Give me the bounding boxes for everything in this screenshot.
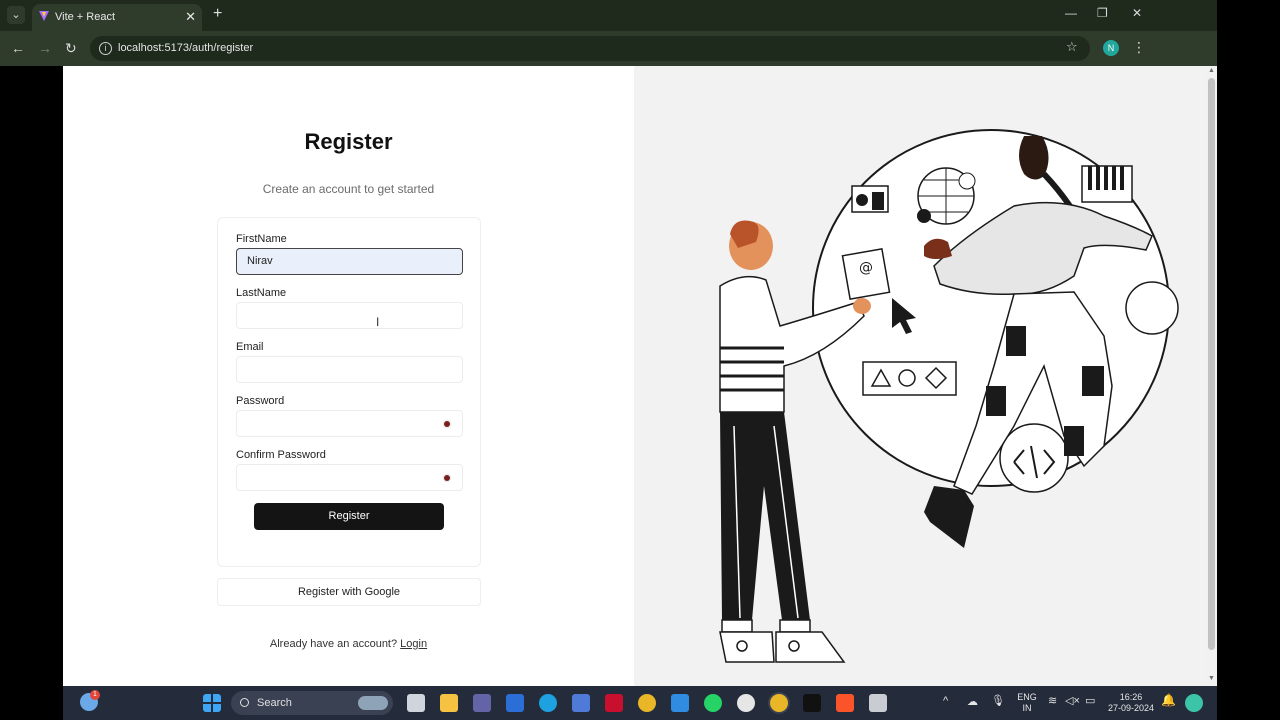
page-scrollbar[interactable]: ▲ ▼ xyxy=(1206,66,1217,686)
chrome-icon[interactable] xyxy=(638,694,656,712)
app-icon[interactable] xyxy=(572,694,590,712)
password-manager-icon[interactable] xyxy=(444,475,450,481)
register-form-card: FirstName Nirav LastName Email Password … xyxy=(217,217,481,567)
battery-icon[interactable]: ▭ xyxy=(1085,696,1095,707)
vite-favicon-icon xyxy=(39,11,49,21)
page-subtitle: Create an account to get started xyxy=(262,182,435,196)
confirm-password-input[interactable] xyxy=(236,464,463,491)
tray-overflow-icon[interactable]: ^ xyxy=(943,696,948,707)
search-icon xyxy=(240,698,249,707)
scroll-up-icon[interactable]: ▲ xyxy=(1208,67,1215,74)
last-name-input[interactable] xyxy=(236,302,463,329)
browser-menu-icon[interactable]: ⋮ xyxy=(1132,39,1146,56)
vscode-icon[interactable] xyxy=(671,694,689,712)
address-bar[interactable]: i localhost:5173/auth/register xyxy=(90,36,1090,61)
password-label: Password xyxy=(236,395,285,407)
terminal-icon[interactable] xyxy=(803,694,821,712)
clock-time: 16:26 xyxy=(1119,692,1143,702)
first-name-input[interactable]: Nirav xyxy=(236,248,463,275)
copilot-icon[interactable] xyxy=(1185,694,1203,712)
register-illustration: @ xyxy=(719,129,1179,663)
register-button[interactable]: Register xyxy=(254,503,444,530)
chrome-active-icon[interactable] xyxy=(770,694,788,712)
weather-badge: 1 xyxy=(90,690,100,700)
email-label: Email xyxy=(236,341,264,353)
language-bottom: IN xyxy=(1022,703,1032,713)
minimize-icon[interactable]: — xyxy=(1065,6,1077,20)
onedrive-icon[interactable]: ☁ xyxy=(967,697,978,708)
login-prompt-text: Already have an account? xyxy=(269,638,398,650)
clock-date: 27-09-2024 xyxy=(1107,703,1155,713)
volume-icon[interactable]: ◁× xyxy=(1065,696,1080,707)
password-manager-icon[interactable] xyxy=(444,421,450,427)
notification-bell-icon[interactable]: 🔔 xyxy=(1161,694,1176,706)
bookmark-star-icon[interactable]: ☆ xyxy=(1066,39,1078,55)
register-page: Register Create an account to get starte… xyxy=(63,66,1217,686)
tab-title: Vite + React xyxy=(55,11,116,23)
browser-tab[interactable]: Vite + React ✕ xyxy=(32,4,202,31)
restore-icon[interactable]: ❐ xyxy=(1097,6,1108,20)
whatsapp-icon[interactable] xyxy=(704,694,722,712)
first-name-label: FirstName xyxy=(236,233,287,245)
store-icon[interactable] xyxy=(506,694,524,712)
svg-text:@: @ xyxy=(859,260,873,276)
wifi-icon[interactable]: ≋ xyxy=(1048,696,1057,707)
clock[interactable]: 16:26 27-09-2024 xyxy=(1104,692,1158,714)
language-indicator[interactable]: ENG IN xyxy=(1013,692,1041,714)
login-link[interactable]: Login xyxy=(400,638,427,650)
slack-icon[interactable] xyxy=(737,694,755,712)
edge-icon[interactable] xyxy=(539,694,557,712)
text-cursor-icon: I xyxy=(376,315,380,329)
form-panel: Register Create an account to get starte… xyxy=(63,66,634,686)
profile-avatar[interactable]: N xyxy=(1103,40,1119,56)
tab-close-icon[interactable]: ✕ xyxy=(185,9,196,25)
scrollbar-thumb[interactable] xyxy=(1208,78,1215,650)
reload-icon[interactable]: ↻ xyxy=(65,40,77,57)
scroll-down-icon[interactable]: ▼ xyxy=(1208,675,1215,682)
login-prompt: Already have an account? Login xyxy=(63,638,634,650)
page-title: Register xyxy=(304,129,393,154)
last-name-label: LastName xyxy=(236,287,287,299)
forward-icon[interactable]: → xyxy=(38,40,52,56)
new-tab-icon[interactable]: + xyxy=(213,5,222,23)
browser-tab-bar: ⌄ Vite + React ✕ + — ❐ ✕ xyxy=(0,0,1217,31)
browser-toolbar: ← → ↻ i localhost:5173/auth/register ☆ N… xyxy=(0,31,1217,66)
snipping-tool-icon[interactable] xyxy=(869,694,887,712)
brave-icon[interactable] xyxy=(836,694,854,712)
password-input[interactable] xyxy=(236,410,463,437)
microphone-icon[interactable]: 🎙 xyxy=(991,696,1005,707)
illustration-panel: @ xyxy=(634,66,1206,686)
search-highlight-icon[interactable] xyxy=(358,696,388,710)
language-top: ENG xyxy=(1017,692,1037,702)
screen: ⌄ Vite + React ✕ + — ❐ ✕ ← → ↻ i localho… xyxy=(0,0,1280,720)
confirm-password-label: Confirm Password xyxy=(236,449,326,461)
register-with-google-button[interactable]: Register with Google xyxy=(217,578,481,606)
task-view-icon[interactable] xyxy=(407,694,425,712)
browser-viewport: Register Create an account to get starte… xyxy=(63,66,1217,686)
tab-search-button[interactable]: ⌄ xyxy=(7,6,25,24)
close-window-icon[interactable]: ✕ xyxy=(1132,6,1142,20)
site-info-icon[interactable]: i xyxy=(99,42,112,55)
url-text: localhost:5173/auth/register xyxy=(118,42,254,54)
search-placeholder: Search xyxy=(257,697,292,709)
mcafee-icon[interactable] xyxy=(605,694,623,712)
back-icon[interactable]: ← xyxy=(11,40,25,56)
teams-icon[interactable] xyxy=(473,694,491,712)
email-input[interactable] xyxy=(236,356,463,383)
file-explorer-icon[interactable] xyxy=(440,694,458,712)
windows-taskbar: 1 Search ^ ☁ 🎙 ENG IN ≋ ◁× ▭ 16:26 27-09… xyxy=(63,686,1217,720)
windows-start-icon[interactable] xyxy=(203,694,221,712)
